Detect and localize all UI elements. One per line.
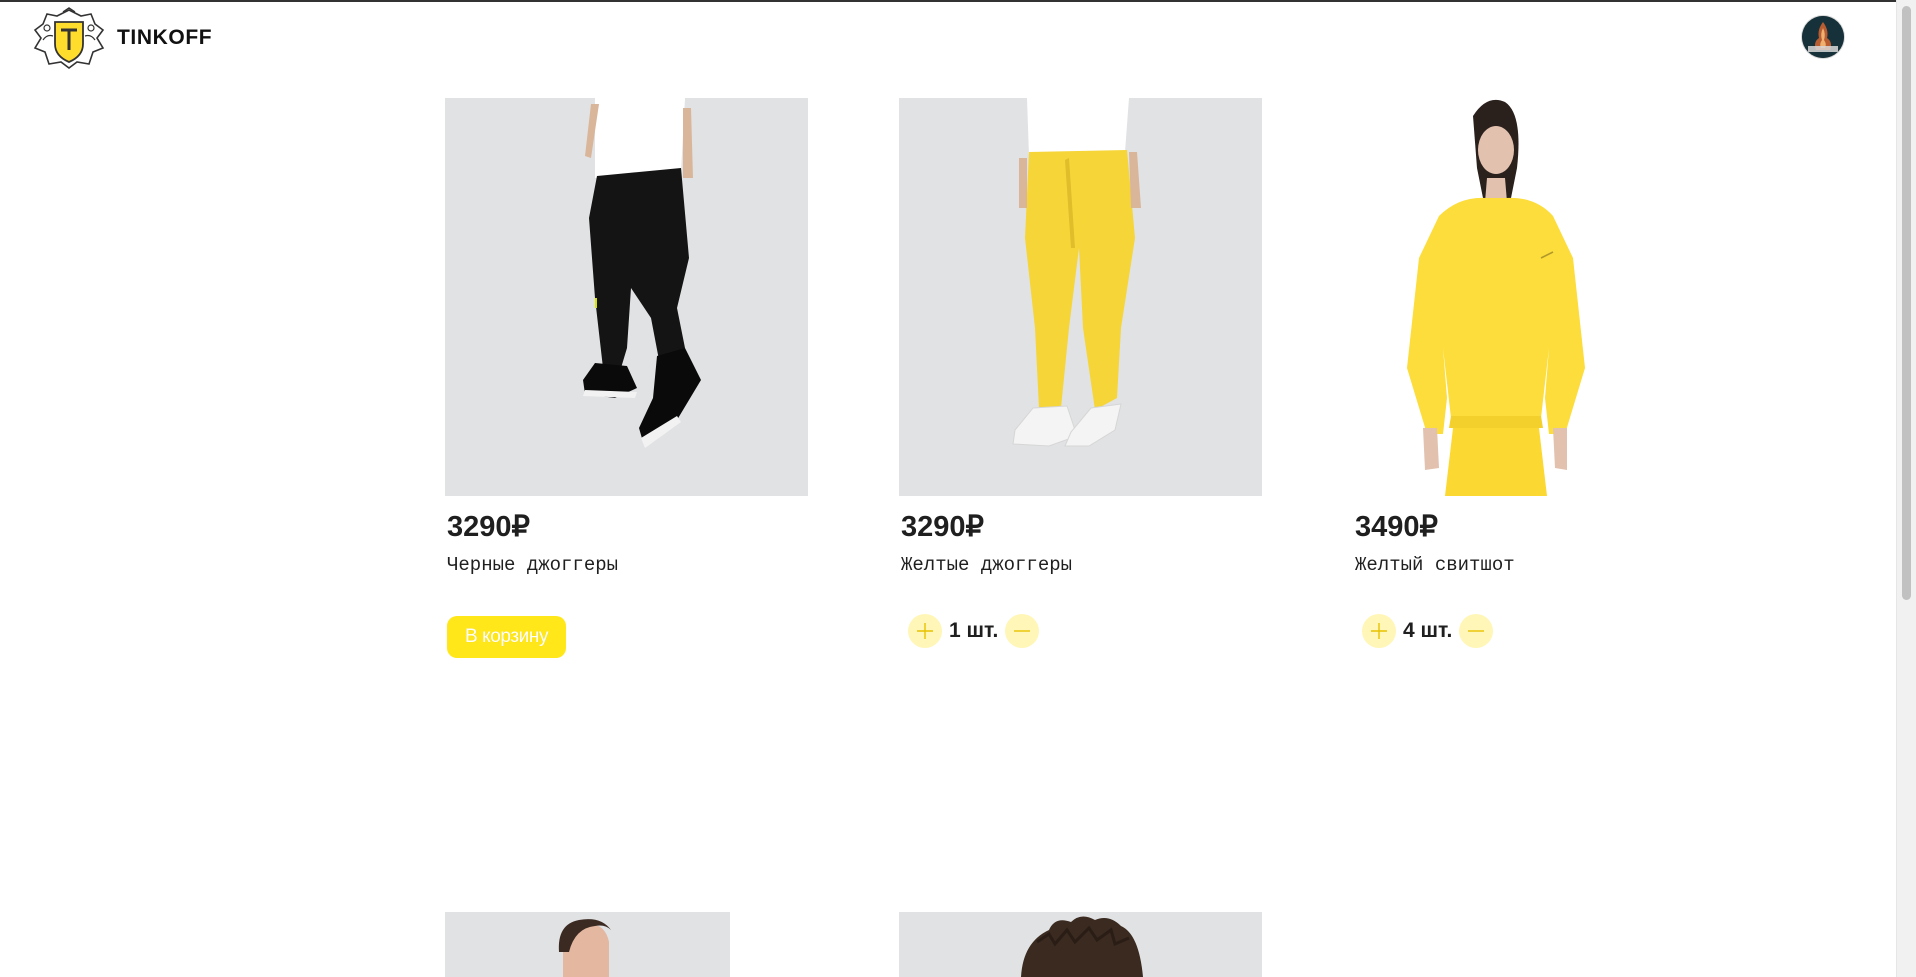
product-price: 3490₽ xyxy=(1355,511,1438,543)
product-image[interactable] xyxy=(445,912,730,977)
product-image[interactable] xyxy=(899,98,1262,496)
increase-quantity-button[interactable] xyxy=(908,614,942,648)
minus-icon xyxy=(1468,630,1485,632)
product-photo-partial xyxy=(558,919,611,977)
yellow-sweatshirt-photo xyxy=(1407,99,1585,496)
quantity-value: 4 шт. xyxy=(1403,619,1453,642)
product-price: 3290₽ xyxy=(901,511,984,543)
increase-quantity-button[interactable] xyxy=(1362,614,1396,648)
product-title: Черные джоггеры xyxy=(447,554,619,576)
decrease-quantity-button[interactable] xyxy=(1005,614,1040,648)
product-title: Желтый свитшот xyxy=(1355,554,1515,576)
site-header: TINKOFF xyxy=(0,2,1896,72)
tinkoff-emblem-icon xyxy=(33,7,105,69)
page-scrollbar[interactable] xyxy=(1896,0,1916,977)
quantity-value: 1 шт. xyxy=(949,619,999,642)
minus-icon xyxy=(1014,630,1031,632)
brand-logo[interactable]: TINKOFF xyxy=(33,6,212,70)
yellow-joggers-photo xyxy=(1012,98,1141,447)
product-photo-partial xyxy=(1021,916,1143,977)
brand-name: TINKOFF xyxy=(117,26,213,49)
black-joggers-photo xyxy=(583,98,701,448)
product-card: 3290₽ Желтые джоггеры 1 шт. xyxy=(899,98,1262,658)
product-title: Желтые джоггеры xyxy=(901,554,1073,576)
product-card: 3290₽ Черные джоггеры В корзину xyxy=(445,98,808,658)
decrease-quantity-button[interactable] xyxy=(1459,614,1494,648)
quantity-stepper: 4 шт. xyxy=(1362,613,1494,649)
product-card xyxy=(899,912,1262,977)
product-card xyxy=(445,912,730,977)
product-card: 3490₽ Желтый свитшот 4 шт. xyxy=(1353,98,1716,658)
quantity-stepper: 1 шт. xyxy=(908,613,1040,649)
plus-icon xyxy=(917,623,933,639)
avatar-image-icon xyxy=(1802,16,1844,58)
product-image[interactable] xyxy=(445,98,808,496)
product-image[interactable] xyxy=(1353,98,1716,496)
plus-icon xyxy=(1371,623,1387,639)
product-price: 3290₽ xyxy=(447,511,530,543)
scrollbar-thumb[interactable] xyxy=(1902,6,1911,600)
user-avatar[interactable] xyxy=(1802,16,1844,58)
add-to-cart-button[interactable]: В корзину xyxy=(447,616,566,658)
product-image[interactable] xyxy=(899,912,1262,977)
